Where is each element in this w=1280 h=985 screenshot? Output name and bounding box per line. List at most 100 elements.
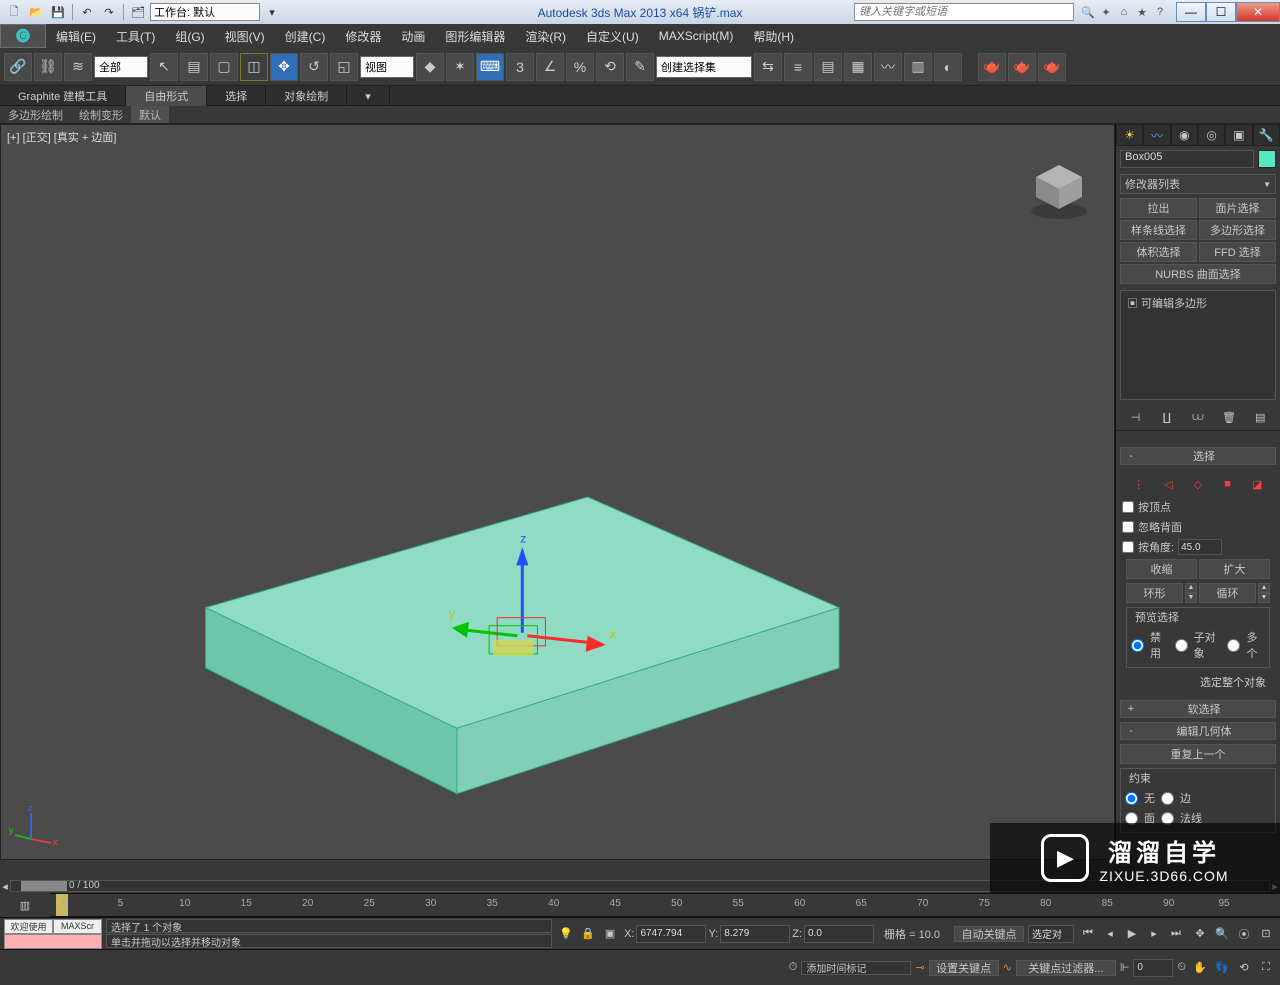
constrain-none-radio[interactable] — [1125, 792, 1138, 805]
tab-create-icon[interactable]: ☀ — [1116, 124, 1143, 146]
align-icon[interactable]: ≡ — [784, 53, 812, 81]
viewport-zoom-icon[interactable]: 🔍 — [1212, 924, 1232, 944]
show-end-icon[interactable]: ∐ — [1158, 408, 1176, 426]
viewport-fov-icon[interactable]: ⦿ — [1234, 924, 1254, 944]
pin-stack-icon[interactable]: ⊣ — [1127, 408, 1145, 426]
nav-maximize-icon[interactable]: ⛶ — [1256, 958, 1276, 978]
loop-button[interactable]: 循环 — [1199, 583, 1256, 603]
curve-editor-icon[interactable]: 〰 — [874, 53, 902, 81]
modifier-list-dropdown[interactable]: 修改器列表 — [1120, 174, 1276, 194]
ref-coord-combo[interactable]: 视图 — [360, 56, 414, 78]
tab-modify-icon[interactable]: 〰 — [1143, 124, 1170, 146]
search-icon[interactable]: 🔍 — [1080, 4, 1096, 20]
ribbon-tab-selection[interactable]: 选择 — [207, 86, 266, 106]
mod-btn-splinesel[interactable]: 样条线选择 — [1120, 220, 1197, 240]
object-name-field[interactable]: Box005 — [1120, 150, 1254, 168]
preview-disable-radio[interactable] — [1131, 639, 1144, 652]
open-icon[interactable]: 📂 — [26, 3, 46, 21]
ribbon-expand-icon[interactable]: ▾ — [347, 86, 390, 106]
favorite-icon[interactable]: ★ — [1134, 4, 1150, 20]
time-tag-icon[interactable]: ⏱ — [789, 961, 798, 974]
material-editor-icon[interactable]: ◐ — [934, 53, 962, 81]
redo-icon[interactable]: ↷ — [99, 3, 119, 21]
configure-sets-icon[interactable]: ▤ — [1251, 408, 1269, 426]
preview-subobj-radio[interactable] — [1175, 639, 1188, 652]
repeat-last-button[interactable]: 重复上一个 — [1120, 744, 1276, 764]
menu-edit[interactable]: 编辑(E) — [46, 24, 106, 48]
mirror-icon[interactable]: ⇆ — [754, 53, 782, 81]
menu-group[interactable]: 组(G) — [165, 24, 214, 48]
pivot-icon[interactable]: ◆ — [416, 53, 444, 81]
mod-btn-extrude[interactable]: 拉出 — [1120, 198, 1197, 218]
border-level-icon[interactable]: ◇ — [1189, 475, 1207, 493]
select-rect-icon[interactable]: ▢ — [210, 53, 238, 81]
tab-utilities-icon[interactable]: 🔧 — [1253, 124, 1280, 146]
time-config-icon[interactable]: ⏲ — [1177, 961, 1186, 974]
welcome-button[interactable]: 欢迎使用 — [4, 919, 53, 934]
preview-multi-radio[interactable] — [1227, 639, 1240, 652]
stack-item[interactable]: ▣ 可编辑多边形 — [1123, 293, 1273, 313]
selection-filter-combo[interactable]: 全部 — [94, 56, 148, 78]
close-button[interactable]: ✕ — [1236, 2, 1280, 22]
object-color-swatch[interactable] — [1258, 150, 1276, 168]
manipulate-icon[interactable]: ✶ — [446, 53, 474, 81]
graphite-toggle-icon[interactable]: ▦ — [844, 53, 872, 81]
subtab-polydraw[interactable]: 多边形绘制 — [0, 106, 71, 123]
lock-icon[interactable]: 💡 — [556, 924, 576, 944]
vertex-level-icon[interactable]: ⋮ — [1130, 475, 1148, 493]
save-icon[interactable]: 💾 — [48, 3, 68, 21]
viewport-pan-icon[interactable]: ✥ — [1190, 924, 1210, 944]
menu-tools[interactable]: 工具(T) — [106, 24, 165, 48]
goto-start-icon[interactable]: ⏮ — [1078, 924, 1098, 944]
render-frame-icon[interactable]: 🫖 — [1008, 53, 1036, 81]
make-unique-icon[interactable]: ⩊ — [1189, 408, 1207, 426]
add-time-tag[interactable]: 添加时间标记 — [801, 961, 911, 975]
rollout-editgeometry[interactable]: -编辑几何体 — [1120, 722, 1276, 740]
scale-icon[interactable]: ◱ — [330, 53, 358, 81]
menu-animation[interactable]: 动画 — [391, 24, 435, 48]
selection-lock-icon[interactable]: 🔒 — [578, 924, 598, 944]
spinner-snap-icon[interactable]: ⟲ — [596, 53, 624, 81]
subtab-default[interactable]: 默认 — [131, 106, 169, 123]
rotate-icon[interactable]: ↺ — [300, 53, 328, 81]
key-filters-icon[interactable]: ∿ — [1003, 961, 1012, 974]
viewport[interactable]: [+] [正交] [真实 + 边面] z y x — [0, 124, 1115, 860]
snap-3d-icon[interactable]: 3 — [506, 53, 534, 81]
menu-help[interactable]: 帮助(H) — [743, 24, 804, 48]
rollout-softselection[interactable]: +软选择 — [1120, 700, 1276, 718]
polygon-level-icon[interactable]: ■ — [1219, 475, 1237, 493]
nav-walk-icon[interactable]: 👣 — [1212, 958, 1232, 978]
menu-customize[interactable]: 自定义(U) — [576, 24, 649, 48]
maxscript-listener[interactable]: MAXScr — [53, 919, 102, 934]
render-setup-icon[interactable]: 🫖 — [978, 53, 1006, 81]
menu-create[interactable]: 创建(C) — [275, 24, 336, 48]
goto-end-icon[interactable]: ⏭ — [1166, 924, 1186, 944]
mod-btn-ffdsel[interactable]: FFD 选择 — [1199, 242, 1276, 262]
menu-maxscript[interactable]: MAXScript(M) — [649, 24, 744, 48]
tab-motion-icon[interactable]: ◎ — [1198, 124, 1225, 146]
viewport-zoom-ext-icon[interactable]: ⊡ — [1256, 924, 1276, 944]
select-name-icon[interactable]: ▤ — [180, 53, 208, 81]
angle-spinner[interactable] — [1178, 539, 1222, 555]
prev-frame-icon[interactable]: ◂ — [1100, 924, 1120, 944]
set-key-button[interactable]: 设置关键点 — [929, 960, 999, 976]
keyboard-shortcut-icon[interactable]: ⌨ — [476, 53, 504, 81]
grow-button[interactable]: 扩大 — [1199, 559, 1270, 579]
move-icon[interactable]: ✥ — [270, 53, 298, 81]
key-step-icon[interactable]: ⊩ — [1120, 961, 1130, 974]
percent-snap-icon[interactable]: % — [566, 53, 594, 81]
tab-display-icon[interactable]: ▣ — [1225, 124, 1252, 146]
nav-pan-icon[interactable]: ✋ — [1190, 958, 1210, 978]
ring-button[interactable]: 环形 — [1126, 583, 1183, 603]
subtab-paintdeform[interactable]: 绘制变形 — [71, 106, 131, 123]
mod-btn-volsel[interactable]: 体积选择 — [1120, 242, 1197, 262]
ribbon-tab-freeform[interactable]: 自由形式 — [126, 86, 207, 106]
unlink-icon[interactable]: 🔗 — [4, 53, 32, 81]
menu-rendering[interactable]: 渲染(R) — [515, 24, 576, 48]
timeline-left-arrow-icon[interactable]: ◂ — [0, 880, 10, 893]
current-frame-input[interactable] — [1133, 959, 1173, 977]
help-search-input[interactable] — [854, 3, 1074, 21]
key-mode-icon[interactable]: ⊸ — [915, 961, 924, 974]
mod-btn-patchsel[interactable]: 面片选择 — [1199, 198, 1276, 218]
next-frame-icon[interactable]: ▸ — [1144, 924, 1164, 944]
